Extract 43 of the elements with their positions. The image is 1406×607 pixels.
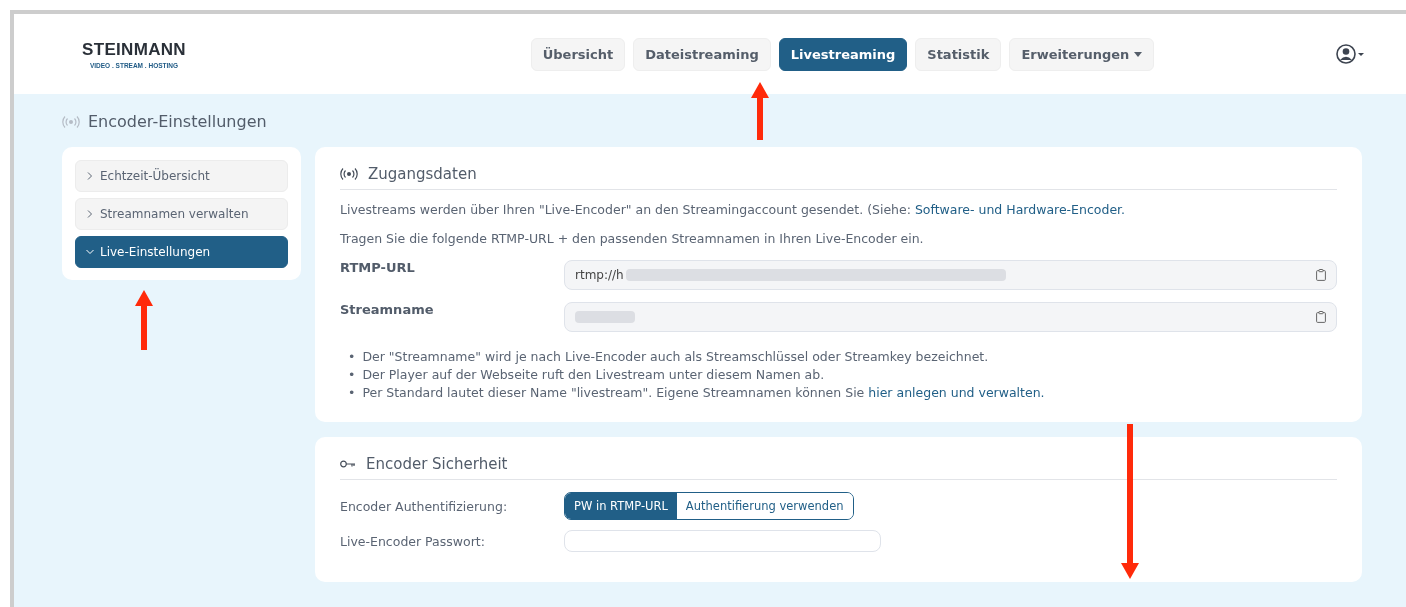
redaction-blur xyxy=(575,311,635,323)
instruction-text: Tragen Sie die folgende RTMP-URL + den passenden Streamnamen in Ihren Live-Encoder ein. xyxy=(340,231,925,246)
page-title: Encoder-Einstellungen xyxy=(88,112,267,131)
note-text: Der Player auf der Webseite ruft den Livestream unter diesem Namen ab. xyxy=(362,366,825,384)
manage-link[interactable]: hier anlegen und verwalten. xyxy=(868,385,1045,400)
encoder-link[interactable]: Software- und Hardware-Encoder. xyxy=(914,202,1126,217)
password-field[interactable] xyxy=(564,530,881,552)
intro-text: Livestreams werden über Ihren "Live-Encoder" an den Streamingaccount gesendet. (Siehe: Software- und Hardware-Encoder. xyxy=(340,202,1127,217)
note-text: Der "Streamname" wird je nach Live-Encoder auch als Streamschlüssel oder Streamkey bezeichnet. xyxy=(362,348,989,366)
section-title: Encoder Sicherheit xyxy=(366,455,508,473)
field-label: RTMP-URL xyxy=(340,260,416,275)
readonly-field[interactable]: rtmp://h xyxy=(564,260,1337,290)
bullet: • xyxy=(348,348,356,366)
bullet: • xyxy=(348,366,356,384)
nav-tab[interactable]: Erweiterungen xyxy=(1009,37,1155,71)
chevron-right-icon xyxy=(86,210,94,218)
field-value: rtmp://h xyxy=(575,268,624,282)
annotation-arrow xyxy=(751,82,769,140)
logo-wordmark: STEINMANN xyxy=(82,39,186,60)
nav-tab[interactable]: Dateistreaming xyxy=(633,37,771,71)
annotation-arrow xyxy=(135,290,153,350)
clipboard-icon[interactable] xyxy=(1316,311,1326,323)
clipboard-icon[interactable] xyxy=(1316,269,1326,281)
broadcast-icon xyxy=(62,115,80,128)
bullet: • xyxy=(348,384,356,402)
nav-tab[interactable]: Statistik xyxy=(915,37,1002,71)
note-text: Per Standard lautet dieser Name "livestream". Eigene Streamnamen können Sie hier anlegen und verwalten. xyxy=(362,384,1045,402)
field-label: Streamname xyxy=(340,302,435,317)
toggle-option[interactable]: PW in RTMP-URL xyxy=(565,493,677,519)
nav-tab[interactable]: Livestreaming xyxy=(778,37,908,71)
broadcast-icon xyxy=(340,168,358,180)
field-label: Live-Encoder Passwort: xyxy=(340,533,486,549)
key-icon xyxy=(340,460,356,468)
chevron-down-icon xyxy=(86,248,94,256)
user-menu-icon[interactable] xyxy=(1336,44,1366,64)
readonly-field[interactable] xyxy=(564,302,1337,332)
nav-tab[interactable]: Übersicht xyxy=(530,37,626,71)
field-label: Encoder Authentifizierung: xyxy=(340,498,509,514)
sidebar-item[interactable]: Live-Einstellungen xyxy=(75,236,288,268)
sidebar-item[interactable]: Echtzeit-Übersicht xyxy=(75,160,288,192)
section-title: Zugangsdaten xyxy=(368,165,477,183)
sidebar-item[interactable]: Streamnamen verwalten xyxy=(75,198,288,230)
chevron-right-icon xyxy=(86,172,94,180)
